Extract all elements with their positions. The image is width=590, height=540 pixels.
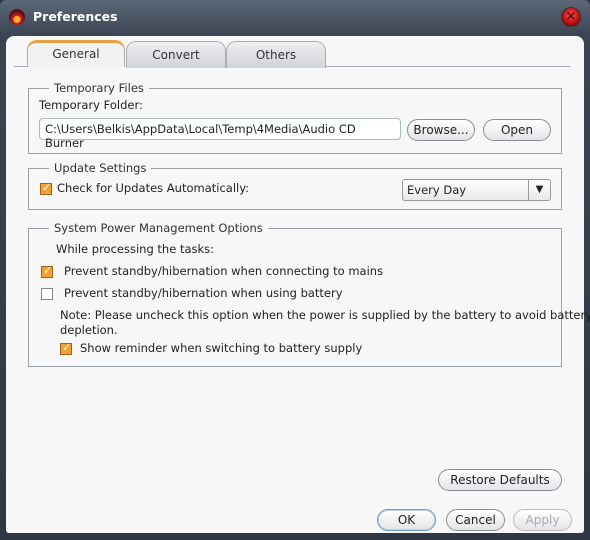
prevent-standby-battery-checkbox[interactable] xyxy=(41,288,53,300)
ok-button[interactable]: OK xyxy=(377,509,436,531)
prevent-standby-mains-label: Prevent standby/hibernation when connect… xyxy=(64,264,384,278)
power-management-legend: System Power Management Options xyxy=(49,221,268,235)
preferences-window: Preferences × General Convert Others Tem… xyxy=(0,0,590,540)
update-frequency-select[interactable]: Every Day ▼ xyxy=(402,179,551,201)
cancel-button[interactable]: Cancel xyxy=(446,509,505,531)
temporary-folder-input[interactable]: C:\Users\Belkis\AppData\Local\Temp\4Medi… xyxy=(39,118,401,150)
prevent-standby-mains-checkbox[interactable] xyxy=(41,264,53,278)
check-updates-checkbox[interactable] xyxy=(40,181,52,195)
open-button[interactable]: Open xyxy=(483,119,551,141)
check-updates-label: Check for Updates Automatically: xyxy=(57,181,250,195)
update-settings-group: Update Settings Check for Updates Automa… xyxy=(28,161,562,210)
tab-general[interactable]: General xyxy=(27,40,125,67)
temporary-files-legend: Temporary Files xyxy=(49,81,149,95)
temporary-files-group: Temporary Files Temporary Folder: C:\Use… xyxy=(28,81,562,154)
browse-button[interactable]: Browse... xyxy=(407,119,475,141)
content-panel: General Convert Others Temporary Files T… xyxy=(6,36,590,533)
update-settings-legend: Update Settings xyxy=(49,161,152,175)
battery-note-cont: depletion. xyxy=(60,323,118,337)
tab-divider xyxy=(326,66,571,67)
update-frequency-value: Every Day xyxy=(407,183,467,197)
apply-button[interactable]: Apply xyxy=(513,509,572,531)
battery-note: Note: Please uncheck this option when th… xyxy=(60,308,590,322)
temporary-folder-label: Temporary Folder: xyxy=(39,98,143,112)
tab-divider-left xyxy=(14,66,27,67)
chevron-down-icon[interactable]: ▼ xyxy=(528,180,550,200)
battery-reminder-label: Show reminder when switching to battery … xyxy=(80,341,363,355)
tab-convert[interactable]: Convert xyxy=(126,41,226,68)
battery-reminder-checkbox[interactable] xyxy=(60,341,72,355)
prevent-standby-battery-label: Prevent standby/hibernation when using b… xyxy=(64,286,343,300)
window-title: Preferences xyxy=(33,9,118,24)
restore-defaults-button[interactable]: Restore Defaults xyxy=(438,469,562,491)
power-management-group: System Power Management Options While pr… xyxy=(28,221,590,367)
close-icon[interactable]: × xyxy=(561,7,581,27)
tab-others[interactable]: Others xyxy=(226,41,326,68)
app-icon xyxy=(9,9,25,25)
while-processing-label: While processing the tasks: xyxy=(56,242,215,256)
